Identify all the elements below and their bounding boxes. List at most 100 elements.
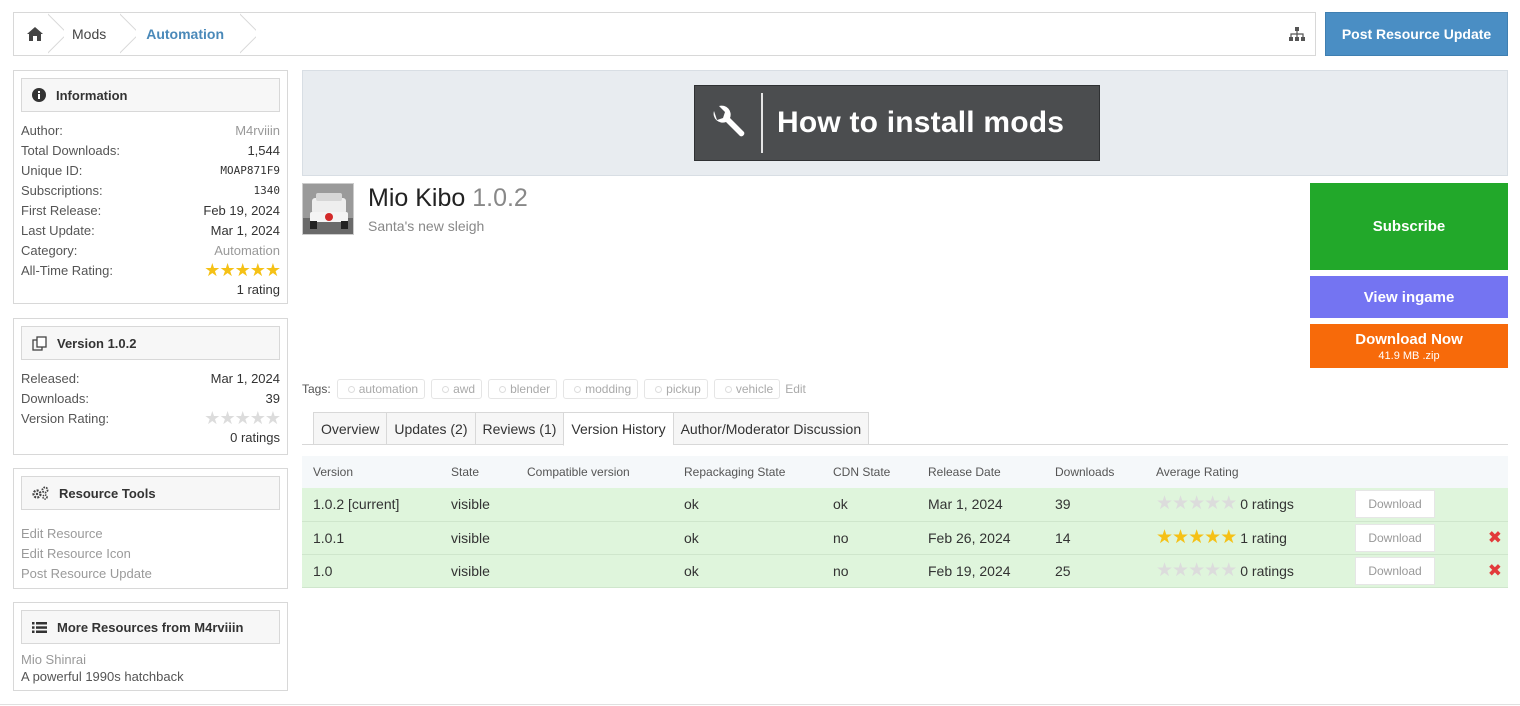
version-rating-stars[interactable]: ★ ★ ★ ★ ★ bbox=[204, 408, 281, 428]
star-icon: ★ bbox=[1156, 493, 1173, 515]
tag-pickup[interactable]: pickup bbox=[644, 379, 708, 399]
edit-resource-icon-link[interactable]: Edit Resource Icon bbox=[21, 544, 280, 564]
subscribe-label: Subscribe bbox=[1372, 218, 1446, 235]
rating-stars: ★ ★ ★ ★ ★ bbox=[1156, 526, 1237, 548]
category-link[interactable]: Automation bbox=[214, 243, 280, 258]
star-icon: ★ bbox=[219, 260, 235, 280]
post-resource-update-button[interactable]: Post Resource Update bbox=[1325, 12, 1508, 56]
view-ingame-label: View ingame bbox=[1363, 288, 1455, 306]
resource-name: Mio Kibo bbox=[368, 184, 466, 212]
star-icon: ★ bbox=[264, 260, 281, 280]
state-cell: visible bbox=[440, 521, 516, 555]
rating-stars: ★ ★ ★ ★ ★ bbox=[1156, 559, 1237, 581]
first-release-value: Feb 19, 2024 bbox=[203, 202, 280, 218]
tags-label: Tags: bbox=[302, 382, 331, 396]
table-row: 1.0.2 [current] visible ok ok Mar 1, 2024 39 ★… bbox=[302, 488, 1508, 522]
tag-modding[interactable]: modding bbox=[563, 379, 639, 399]
all-time-rating-stars: ★ ★ ★ ★ ★ bbox=[204, 260, 281, 280]
last-update-label: Last Update: bbox=[21, 222, 95, 238]
rating-count: 0 ratings bbox=[1240, 496, 1294, 513]
breadcrumb-mods[interactable]: Mods bbox=[56, 13, 128, 55]
state-cell: visible bbox=[440, 554, 516, 588]
star-icon: ★ bbox=[1220, 526, 1237, 548]
col-average-rating: Average Rating bbox=[1145, 456, 1355, 488]
first-release-row: First Release: Feb 19, 2024 bbox=[21, 200, 280, 220]
all-time-rating-row: All-Time Rating: ★ ★ ★ ★ ★ bbox=[21, 260, 281, 280]
star-icon: ★ bbox=[1220, 493, 1237, 515]
how-to-install-button[interactable]: How to install mods bbox=[694, 85, 1100, 161]
star-icon: ★ bbox=[1188, 526, 1205, 548]
last-update-value: Mar 1, 2024 bbox=[210, 222, 280, 238]
released-label: Released: bbox=[21, 370, 80, 386]
star-icon: ★ bbox=[1172, 526, 1189, 548]
subscriptions-label: Subscriptions: bbox=[21, 182, 103, 198]
breadcrumb: Mods Automation bbox=[13, 12, 1316, 56]
wrench-icon bbox=[695, 93, 763, 153]
tab-reviews[interactable]: Reviews (1) bbox=[474, 412, 564, 445]
download-version-button[interactable]: Download bbox=[1355, 523, 1435, 552]
information-panel: Information Author: M4rviiin Total Downlo… bbox=[13, 70, 288, 304]
download-now-button[interactable]: Download Now 41.9 MB .zip bbox=[1310, 324, 1508, 368]
version-cell: 1.0.2 [current] bbox=[302, 488, 440, 522]
tab-version-history[interactable]: Version History bbox=[563, 412, 673, 446]
unique-id-row: Unique ID: MOAP871F9 bbox=[21, 160, 280, 180]
download-version-button[interactable]: Download bbox=[1355, 490, 1435, 519]
tag-blender[interactable]: blender bbox=[488, 379, 558, 399]
tab-author-moderator-discussion[interactable]: Author/Moderator Discussion bbox=[672, 412, 870, 445]
tag-vehicle[interactable]: vehicle bbox=[713, 379, 781, 399]
download-cell: Download bbox=[1355, 554, 1465, 588]
delete-cell: ✖ bbox=[1465, 554, 1508, 588]
col-release-date: Release Date bbox=[917, 456, 1044, 488]
rating-count: 1 rating bbox=[1240, 529, 1287, 546]
cdn-state-cell: no bbox=[822, 554, 917, 588]
edit-resource-link[interactable]: Edit Resource bbox=[21, 524, 280, 544]
unique-id-value: MOAP871F9 bbox=[220, 163, 280, 177]
release-date-cell: Feb 19, 2024 bbox=[917, 554, 1044, 588]
subscribe-button[interactable]: Subscribe bbox=[1310, 183, 1508, 270]
tab-updates[interactable]: Updates (2) bbox=[386, 412, 475, 445]
author-row: Author: M4rviiin bbox=[21, 120, 280, 140]
page-bottom-divider bbox=[0, 704, 1520, 705]
install-banner: How to install mods bbox=[302, 70, 1508, 176]
repackaging-state-cell: ok bbox=[673, 521, 822, 555]
all-time-rating-label: All-Time Rating: bbox=[21, 262, 113, 278]
star-icon: ★ bbox=[1172, 559, 1189, 581]
download-version-button[interactable]: Download bbox=[1355, 556, 1435, 585]
compatible-version-cell bbox=[516, 521, 673, 555]
table-row: 1.0 visible ok no Feb 19, 2024 25 ★ ★ ★ ★ ★ 0 ratin… bbox=[302, 554, 1508, 588]
more-resource-item-title[interactable]: Mio Shinrai bbox=[21, 651, 280, 668]
tag-awd[interactable]: awd bbox=[431, 379, 483, 399]
star-icon: ★ bbox=[249, 408, 266, 428]
edit-tags-link[interactable]: Edit bbox=[785, 382, 806, 396]
sitemap-icon[interactable] bbox=[1289, 26, 1305, 45]
delete-icon[interactable]: ✖ bbox=[1488, 562, 1502, 579]
state-cell: visible bbox=[440, 488, 516, 522]
rating-stars: ★ ★ ★ ★ ★ bbox=[1156, 493, 1237, 515]
downloads-cell: 39 bbox=[1044, 488, 1145, 522]
version-panel: Version 1.0.2 Released: Mar 1, 2024 Downl… bbox=[13, 318, 288, 455]
col-downloads: Downloads bbox=[1044, 456, 1145, 488]
author-link[interactable]: M4rviiin bbox=[235, 123, 280, 138]
download-now-label: Download Now bbox=[1355, 330, 1463, 348]
post-resource-update-link[interactable]: Post Resource Update bbox=[21, 564, 280, 584]
version-rating-row: Version Rating: ★ ★ ★ ★ ★ bbox=[21, 408, 281, 428]
tab-overview[interactable]: Overview bbox=[313, 412, 387, 445]
delete-cell bbox=[1465, 488, 1508, 522]
last-update-row: Last Update: Mar 1, 2024 bbox=[21, 220, 280, 240]
version-cell: 1.0.1 bbox=[302, 521, 440, 555]
home-link[interactable] bbox=[14, 13, 56, 55]
delete-icon[interactable]: ✖ bbox=[1488, 529, 1502, 546]
version-downloads-value: 39 bbox=[265, 390, 280, 406]
star-icon: ★ bbox=[1156, 559, 1173, 581]
star-icon: ★ bbox=[264, 408, 281, 428]
tag-automation[interactable]: automation bbox=[336, 379, 426, 399]
resource-tools-title: Resource Tools bbox=[59, 485, 156, 501]
more-resources-header: More Resources from M4rviiin bbox=[21, 610, 280, 644]
copy-icon bbox=[32, 335, 47, 351]
star-icon: ★ bbox=[219, 408, 235, 428]
view-ingame-button[interactable]: View ingame bbox=[1310, 276, 1508, 318]
star-icon: ★ bbox=[1204, 559, 1221, 581]
breadcrumb-automation[interactable]: Automation bbox=[128, 13, 248, 55]
more-resources-title: More Resources from M4rviiin bbox=[57, 619, 244, 635]
more-resources-panel: More Resources from M4rviiin Mio Shinrai… bbox=[13, 602, 288, 691]
